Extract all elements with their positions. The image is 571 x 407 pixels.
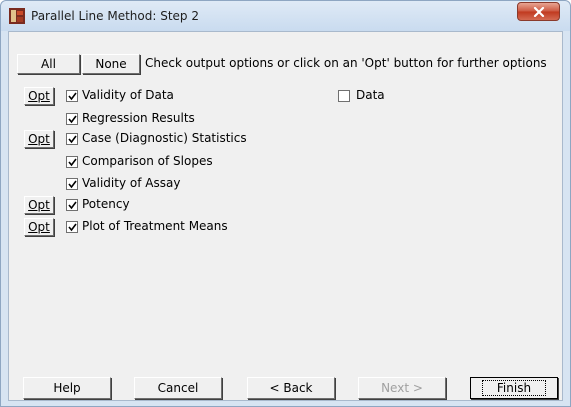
option-label-plot-of-treatment-means: Plot of Treatment Means [82,219,228,233]
checkmark-icon [68,115,77,124]
next-button[interactable]: Next > [358,377,446,399]
checkbox-plot-of-treatment-means[interactable] [66,221,78,233]
option-label-validity-of-assay: Validity of Assay [82,176,181,190]
none-button[interactable]: None [82,54,140,74]
option-label-comparison-of-slopes: Comparison of Slopes [82,154,213,168]
option-label-case-statistics: Case (Diagnostic) Statistics [82,131,247,145]
close-button[interactable] [517,2,560,21]
checkmark-icon [68,180,77,189]
finish-button[interactable]: Finish [470,377,558,399]
all-button[interactable]: All [17,54,80,74]
cancel-button-label: Cancel [157,381,199,395]
opt-label: Opt [28,220,50,234]
checkmark-icon [68,158,77,167]
cancel-button[interactable]: Cancel [134,377,222,399]
window-title: Parallel Line Method: Step 2 [31,9,199,23]
opt-label: Opt [28,132,50,146]
all-button-label: All [41,57,56,71]
back-button-label: < Back [269,381,313,395]
opt-button-case-statistics[interactable]: Opt [24,130,54,148]
help-button[interactable]: Help [23,377,111,399]
none-button-label: None [95,57,127,71]
title-bar[interactable]: Parallel Line Method: Step 2 [1,1,570,31]
opt-label: Opt [28,198,50,212]
instruction-text: Check output options or click on an 'Opt… [145,56,547,70]
dialog-body [8,31,563,401]
next-button-label: Next > [381,381,423,395]
dialog-window: Parallel Line Method: Step 2 All None Ch… [0,0,571,407]
option-label-regression-results: Regression Results [82,111,195,125]
checkbox-validity-of-assay[interactable] [66,178,78,190]
checkmark-icon [68,92,77,101]
option-label-data: Data [356,88,385,102]
checkmark-icon [68,201,77,210]
checkbox-regression-results[interactable] [66,113,78,125]
option-label-potency: Potency [82,197,130,211]
checkmark-icon [68,223,77,232]
help-button-label: Help [53,381,81,395]
app-icon [9,8,25,24]
opt-button-validity-of-data[interactable]: Opt [24,87,54,105]
back-button[interactable]: < Back [247,377,335,399]
checkbox-comparison-of-slopes[interactable] [66,156,78,168]
checkbox-case-statistics[interactable] [66,133,78,145]
checkbox-potency[interactable] [66,199,78,211]
opt-button-plot-of-treatment-means[interactable]: Opt [24,218,54,236]
option-label-validity-of-data: Validity of Data [82,88,174,102]
checkbox-data[interactable] [338,90,350,102]
opt-button-potency[interactable]: Opt [24,196,54,214]
close-icon [533,7,545,17]
opt-label: Opt [28,89,50,103]
checkbox-validity-of-data[interactable] [66,90,78,102]
finish-button-label: Finish [481,380,547,396]
checkmark-icon [68,135,77,144]
